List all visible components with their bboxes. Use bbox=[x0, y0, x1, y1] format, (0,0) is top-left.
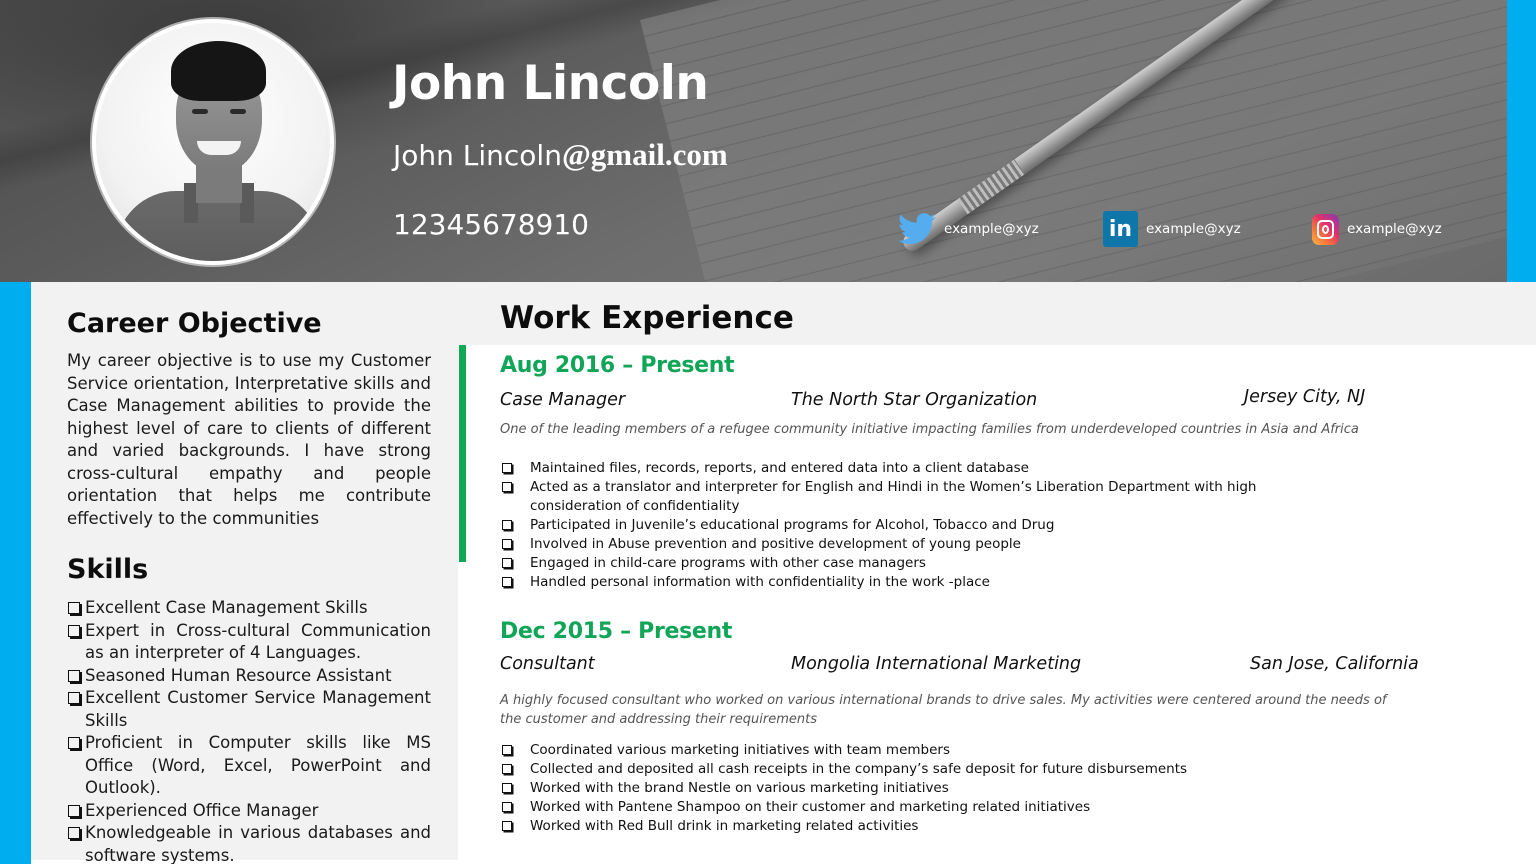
checkbox-bullet-icon bbox=[502, 463, 512, 473]
job-bullet: Worked with Red Bull drink in marketing … bbox=[500, 817, 1380, 836]
skill-item: Knowledgeable in various databases and s… bbox=[67, 822, 431, 864]
skill-item: Excellent Case Management Skills bbox=[67, 597, 431, 620]
checkbox-bullet-icon bbox=[502, 520, 512, 530]
accent-bar-left bbox=[0, 282, 31, 864]
candidate-name: John Lincoln bbox=[392, 56, 709, 111]
bullet-text: Acted as a translator and interpreter fo… bbox=[530, 479, 1257, 514]
twitter-bird-icon bbox=[898, 213, 936, 245]
checkbox-bullet-icon bbox=[502, 558, 512, 568]
checkbox-bullet-icon bbox=[502, 821, 512, 831]
bullet-text: Collected and deposited all cash receipt… bbox=[530, 761, 1188, 777]
skill-item: Seasoned Human Resource Assistant bbox=[67, 665, 431, 688]
career-objective-title: Career Objective bbox=[67, 308, 322, 339]
checkbox-bullet-icon bbox=[502, 577, 512, 587]
checkbox-bullet-icon bbox=[68, 737, 80, 749]
skill-text: Seasoned Human Resource Assistant bbox=[85, 665, 392, 685]
skill-text: Proficient in Computer skills like MS Of… bbox=[85, 733, 431, 797]
job-bullet: Worked with the brand Nestle on various … bbox=[500, 779, 1380, 798]
job-bullet: Participated in Juvenile’s educational p… bbox=[500, 516, 1350, 535]
skill-item: Experienced Office Manager bbox=[67, 800, 431, 823]
checkbox-bullet-icon bbox=[502, 764, 512, 774]
bullet-text: Engaged in child-care programs with othe… bbox=[530, 555, 926, 571]
skills-title: Skills bbox=[67, 554, 149, 585]
job-organization: Mongolia International Marketing bbox=[791, 654, 1082, 674]
skill-text: Excellent Case Management Skills bbox=[85, 598, 368, 617]
job-location: Jersey City, NJ bbox=[1244, 387, 1366, 407]
job-bullets: Maintained files, records, reports, and … bbox=[500, 459, 1350, 592]
email-domain: @gmail.com bbox=[561, 137, 728, 172]
profile-photo bbox=[92, 19, 334, 265]
job-bullet: Engaged in child-care programs with othe… bbox=[500, 554, 1350, 573]
bullet-text: Participated in Juvenile’s educational p… bbox=[530, 517, 1055, 533]
checkbox-bullet-icon bbox=[68, 692, 80, 704]
checkbox-bullet-icon bbox=[502, 783, 512, 793]
bullet-text: Worked with the brand Nestle on various … bbox=[530, 780, 949, 796]
job-role: Consultant bbox=[500, 654, 595, 674]
photo-eye-right bbox=[230, 109, 246, 114]
checkbox-bullet-icon bbox=[68, 669, 80, 682]
skills-list: Excellent Case Management Skills Expert … bbox=[67, 597, 431, 864]
job-bullet: Involved in Abuse prevention and positiv… bbox=[500, 535, 1350, 554]
job-header-row: Consultant Mongolia International Market… bbox=[500, 654, 1460, 678]
job-bullet: Acted as a translator and interpreter fo… bbox=[500, 478, 1350, 516]
skill-text: Experienced Office Manager bbox=[85, 800, 319, 820]
job-role: Case Manager bbox=[500, 390, 626, 410]
bullet-text: Worked with Red Bull drink in marketing … bbox=[530, 818, 919, 834]
job-bullet: Maintained files, records, reports, and … bbox=[500, 459, 1350, 478]
job-description: One of the leading members of a refugee … bbox=[500, 422, 1359, 437]
skill-item: Proficient in Computer skills like MS Of… bbox=[67, 732, 431, 800]
linkedin-icon: in bbox=[1103, 211, 1138, 247]
skill-item: Expert in Cross-cultural Communication a… bbox=[67, 620, 431, 665]
photo-hair bbox=[171, 41, 266, 101]
bullet-text: Coordinated various marketing initiative… bbox=[530, 742, 950, 758]
job-date: Aug 2016 – Present bbox=[500, 353, 735, 378]
twitter-handle: example@xyz bbox=[944, 221, 1039, 237]
social-instagram[interactable]: example@xyz bbox=[1312, 211, 1442, 247]
skill-item: Excellent Customer Service Management Sk… bbox=[67, 687, 431, 732]
checkbox-bullet-icon bbox=[68, 804, 80, 817]
instagram-icon bbox=[1312, 213, 1339, 245]
job-bullet: Collected and deposited all cash receipt… bbox=[500, 760, 1380, 779]
skill-text: Knowledgeable in various databases and s… bbox=[85, 823, 431, 864]
linkedin-handle: example@xyz bbox=[1146, 221, 1241, 237]
skill-text: Expert in Cross-cultural Communication a… bbox=[85, 620, 431, 663]
checkbox-bullet-icon bbox=[68, 624, 80, 637]
job-bullet: Worked with Pantene Shampoo on their cus… bbox=[500, 798, 1380, 817]
job-bullet: Handled personal information with confid… bbox=[500, 573, 1350, 592]
job-location: San Jose, California bbox=[1250, 654, 1419, 674]
email-user: John Lincoln bbox=[393, 139, 562, 172]
job-date: Dec 2015 – Present bbox=[500, 619, 733, 644]
instagram-handle: example@xyz bbox=[1347, 221, 1442, 237]
photo-eye-left bbox=[192, 109, 208, 114]
job-bullets: Coordinated various marketing initiative… bbox=[500, 741, 1380, 836]
work-experience-title: Work Experience bbox=[500, 300, 794, 336]
checkbox-bullet-icon bbox=[502, 745, 512, 755]
bullet-text: Worked with Pantene Shampoo on their cus… bbox=[530, 799, 1091, 815]
bullet-text: Handled personal information with confid… bbox=[530, 574, 990, 590]
job-highlight-bar bbox=[459, 345, 466, 562]
job-organization: The North Star Organization bbox=[791, 390, 1038, 410]
candidate-phone: 12345678910 bbox=[393, 208, 589, 241]
bullet-text: Involved in Abuse prevention and positiv… bbox=[530, 536, 1021, 552]
job-description: A highly focused consultant who worked o… bbox=[500, 693, 1387, 727]
checkbox-bullet-icon bbox=[502, 802, 512, 812]
bullet-text: Maintained files, records, reports, and … bbox=[530, 460, 1029, 476]
job-header-row: Case Manager The North Star Organization… bbox=[500, 387, 1460, 414]
skill-text: Excellent Customer Service Management Sk… bbox=[85, 688, 431, 730]
checkbox-bullet-icon bbox=[68, 827, 80, 839]
job-bullet: Coordinated various marketing initiative… bbox=[500, 741, 1380, 760]
checkbox-bullet-icon bbox=[502, 482, 512, 492]
accent-bar-right bbox=[1507, 0, 1536, 282]
candidate-email[interactable]: John Lincoln@gmail.com bbox=[393, 137, 728, 173]
checkbox-bullet-icon bbox=[502, 539, 512, 549]
checkbox-bullet-icon bbox=[68, 602, 80, 614]
social-linkedin[interactable]: in example@xyz bbox=[1103, 211, 1241, 247]
social-twitter[interactable]: example@xyz bbox=[898, 211, 1039, 247]
career-objective-text: My career objective is to use my Custome… bbox=[67, 351, 431, 528]
